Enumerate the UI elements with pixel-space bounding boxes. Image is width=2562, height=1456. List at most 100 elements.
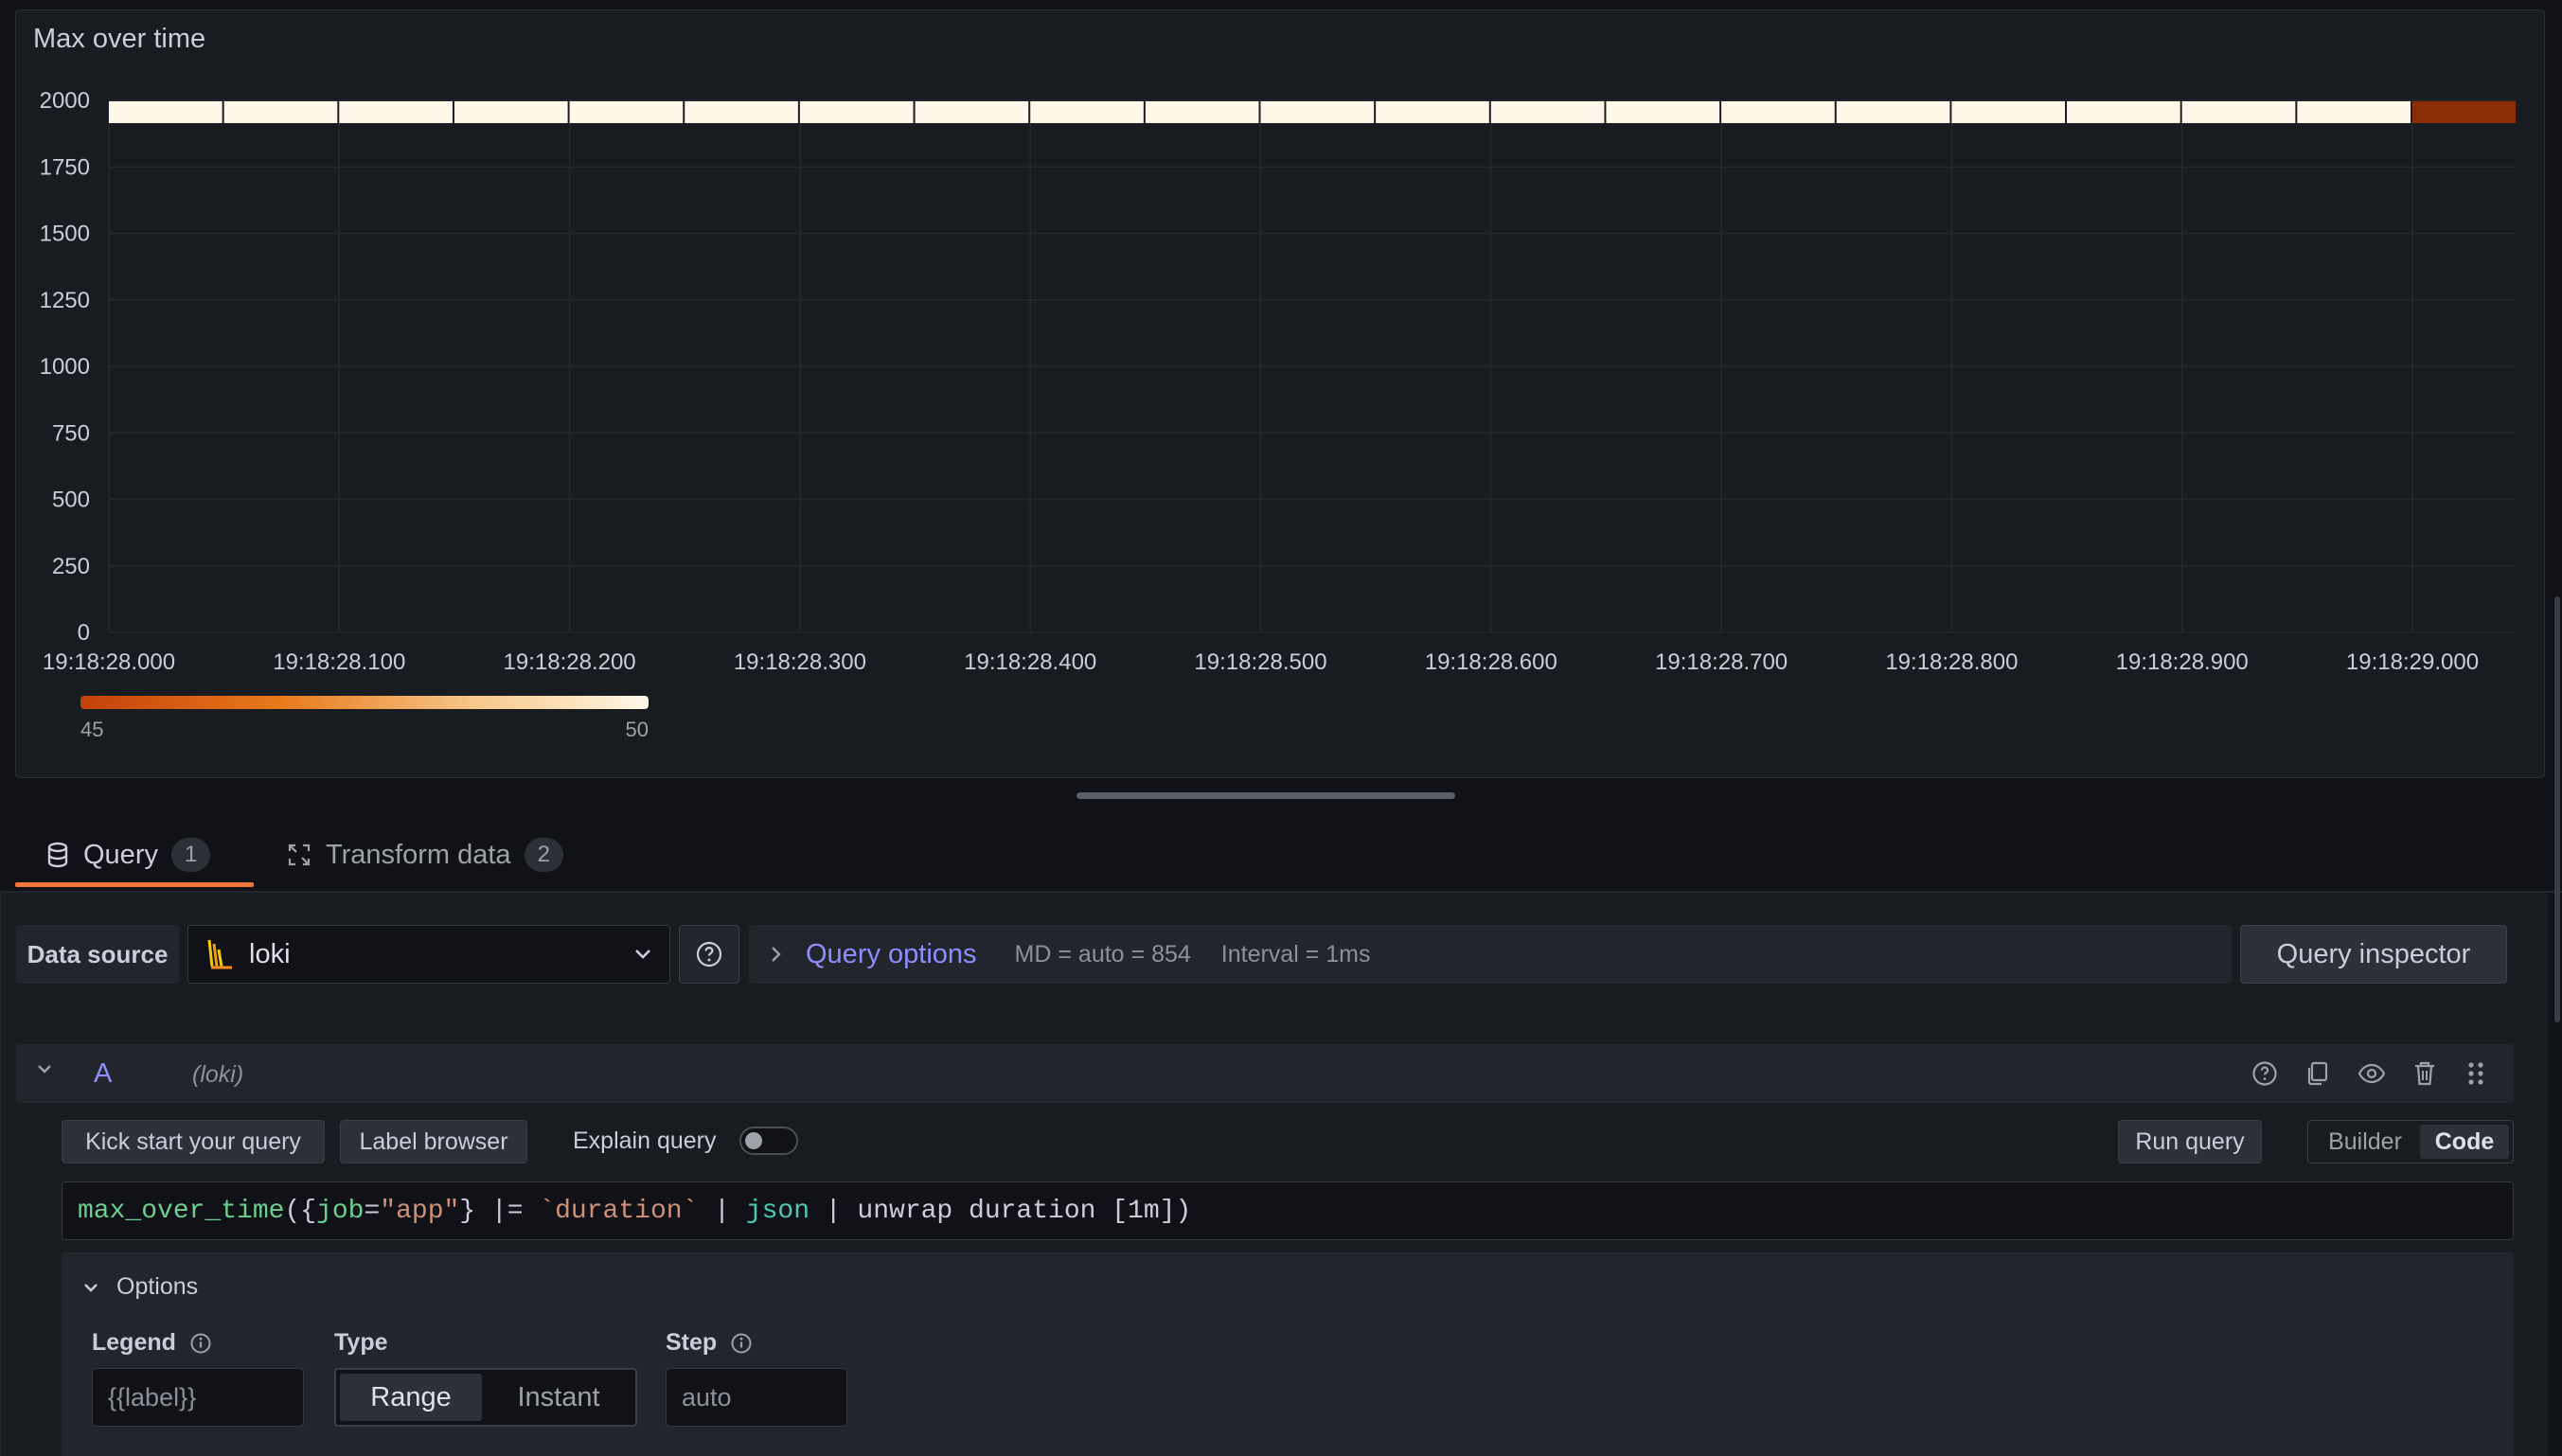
heatmap-cell xyxy=(109,101,222,124)
expr-line-filter: `duration` xyxy=(539,1196,699,1226)
tab-query-count: 1 xyxy=(170,838,211,872)
query-code-editor[interactable]: max_over_time({job = "app"} |= `duration` … xyxy=(62,1181,2514,1240)
query-row-header: A (loki) xyxy=(16,1044,2514,1103)
builder-mode-button[interactable]: Builder xyxy=(2312,1125,2418,1159)
x-tick-label: 19:18:28.600 xyxy=(1425,649,1557,675)
expr-eq: = xyxy=(364,1196,381,1226)
datasource-help-button[interactable] xyxy=(679,925,739,984)
heatmap-cell xyxy=(569,101,684,124)
query-options-label[interactable]: Query options xyxy=(806,939,977,970)
heatmap-cell xyxy=(1145,101,1259,124)
legend-field-label: Legend xyxy=(92,1329,212,1357)
query-editor-area: Data source loki Query options MD = auto… xyxy=(0,893,2548,1456)
heatmap-cell xyxy=(1951,101,2066,124)
heatmap-cell xyxy=(2181,101,2296,124)
heatmap-cell xyxy=(223,101,338,124)
expr-pipe: | xyxy=(698,1196,746,1226)
y-tick-label: 500 xyxy=(52,488,90,513)
datasource-label: Data source xyxy=(16,925,179,984)
tab-transform-label: Transform data xyxy=(326,839,511,870)
page-scrollbar[interactable] xyxy=(2554,596,2560,1022)
y-tick-label: 2000 xyxy=(40,88,90,114)
interval-text: Interval = 1ms xyxy=(1220,940,1371,968)
tab-transform-data[interactable]: Transform data 2 xyxy=(286,833,563,877)
expr-parser: json xyxy=(745,1196,810,1226)
explain-query-label: Explain query xyxy=(573,1128,717,1154)
info-icon[interactable] xyxy=(730,1332,753,1355)
info-icon[interactable] xyxy=(189,1332,212,1355)
x-tick-label: 19:18:28.900 xyxy=(2116,649,2249,675)
help-icon[interactable] xyxy=(2251,1059,2279,1088)
x-tick-label: 19:18:28.800 xyxy=(1885,649,2018,675)
duplicate-icon[interactable] xyxy=(2304,1059,2332,1088)
legend-placeholder: {{label}} xyxy=(108,1382,197,1412)
expr-label-value: "app" xyxy=(380,1196,460,1226)
type-instant-option[interactable]: Instant xyxy=(488,1374,630,1421)
heatmap-cell xyxy=(915,101,1029,124)
chevron-right-icon xyxy=(770,945,783,964)
y-tick-label: 0 xyxy=(78,620,90,646)
y-tick-label: 250 xyxy=(52,554,90,579)
y-tick-label: 1000 xyxy=(40,354,90,380)
heatmap-cell xyxy=(685,101,798,124)
visualization-panel: Max over time 2000 1750 1500 1250 1000 750 500… xyxy=(15,9,2545,778)
type-label: Type xyxy=(334,1329,388,1356)
run-query-button[interactable]: Run query xyxy=(2118,1120,2262,1163)
explain-query-toggle[interactable] xyxy=(739,1127,798,1155)
chevron-down-icon xyxy=(633,948,652,961)
heatmap-cell xyxy=(1376,101,1489,124)
help-circle-icon xyxy=(695,940,723,968)
x-tick-label: 19:18:28.400 xyxy=(964,649,1096,675)
step-field-label: Step xyxy=(666,1329,753,1357)
kick-start-button[interactable]: Kick start your query xyxy=(62,1120,325,1163)
trash-icon[interactable] xyxy=(2411,1059,2438,1088)
heatmap-cell xyxy=(2067,101,2180,124)
datasource-picker[interactable]: loki xyxy=(187,925,670,984)
legend-input[interactable]: {{label}} xyxy=(92,1368,304,1427)
heatmap-cell xyxy=(454,101,568,124)
eye-icon[interactable] xyxy=(2357,1059,2387,1088)
options-header: Options xyxy=(116,1273,199,1300)
query-datasource-name: (loki) xyxy=(192,1061,244,1088)
options-section: Options Legend {{label}} Type Range Inst… xyxy=(62,1252,2514,1456)
type-range-option[interactable]: Range xyxy=(340,1374,482,1421)
label-browser-button[interactable]: Label browser xyxy=(340,1120,527,1163)
x-tick-label: 19:18:28.300 xyxy=(734,649,866,675)
heatmap-cell xyxy=(2412,101,2516,124)
query-options-bar[interactable]: Query options MD = auto = 854 Interval =… xyxy=(749,925,2232,984)
heatmap-cell xyxy=(799,101,914,124)
heatmap-cell xyxy=(1606,101,1720,124)
step-label-text: Step xyxy=(666,1329,718,1356)
heatmap-cell xyxy=(339,101,453,124)
heatmap-chart: 2000 1750 1500 1250 1000 750 500 250 0 19:18:28.0… xyxy=(40,88,2516,741)
heatmap-cell xyxy=(1260,101,1375,124)
loki-logo-icon xyxy=(205,938,236,970)
expr-close-selector: } xyxy=(459,1196,476,1226)
heatmap-cell xyxy=(2297,101,2411,124)
x-tick-label: 19:18:28.200 xyxy=(504,649,636,675)
tab-query[interactable]: Query 1 xyxy=(45,833,211,877)
tab-transform-count: 2 xyxy=(524,838,563,872)
legend-label-text: Legend xyxy=(92,1329,176,1356)
query-ref-id[interactable]: A xyxy=(94,1058,112,1090)
datasource-value: loki xyxy=(249,938,291,969)
y-tick-label: 750 xyxy=(52,420,90,446)
heatmap-cell xyxy=(1490,101,1605,124)
expr-open: ({ xyxy=(284,1196,317,1226)
color-scale-min-label: 45 xyxy=(80,718,103,741)
heatmap-cell xyxy=(1836,101,1950,124)
options-toggle[interactable]: Options xyxy=(82,1273,198,1301)
step-placeholder: auto xyxy=(682,1382,732,1412)
type-radio-group: Range Instant xyxy=(334,1368,637,1427)
code-mode-button[interactable]: Code xyxy=(2420,1125,2509,1159)
heatmap-cell xyxy=(1721,101,1835,124)
collapse-chevron-icon[interactable] xyxy=(35,1063,54,1076)
step-input[interactable]: auto xyxy=(666,1368,847,1427)
color-scale-max-label: 50 xyxy=(626,718,649,741)
panel-resize-handle[interactable] xyxy=(1076,792,1455,799)
query-inspector-button[interactable]: Query inspector xyxy=(2240,925,2507,984)
drag-handle-icon[interactable] xyxy=(2466,1059,2485,1088)
expr-label-key: job xyxy=(316,1196,365,1226)
expr-operator: |= xyxy=(475,1196,540,1226)
chevron-down-icon xyxy=(82,1282,99,1293)
